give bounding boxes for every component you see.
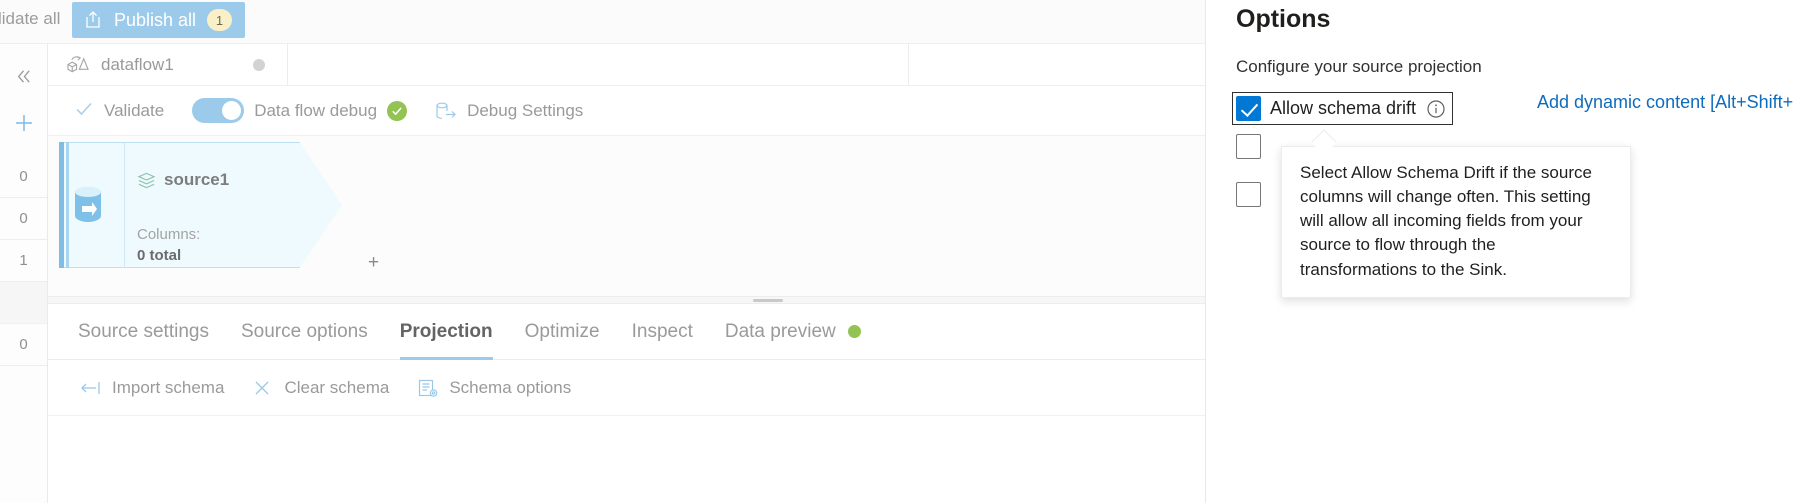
node-title-row: source1 bbox=[137, 170, 229, 190]
left-rail: 0 0 1 0 bbox=[0, 44, 48, 503]
green-check-circle-icon bbox=[387, 100, 408, 121]
tab-source-settings[interactable]: Source settings bbox=[78, 304, 209, 360]
rail-count-0[interactable]: 0 bbox=[0, 156, 47, 198]
clear-schema-button[interactable]: Clear schema bbox=[252, 378, 389, 398]
checkmark-icon bbox=[74, 99, 94, 123]
import-schema-label: Import schema bbox=[112, 377, 225, 397]
allow-schema-drift-tooltip: Select Allow Schema Drift if the source … bbox=[1281, 146, 1631, 298]
dataflow-command-bar: Validate Data flow debug Debug Settings bbox=[48, 86, 1205, 136]
info-circle-icon[interactable] bbox=[1425, 98, 1447, 120]
publish-all-button[interactable]: Publish all 1 bbox=[72, 2, 246, 38]
data-flow-debug-toggle-group[interactable]: Data flow debug bbox=[192, 98, 408, 123]
splitter-grip bbox=[753, 299, 783, 302]
allow-schema-drift-row[interactable]: Allow schema drift bbox=[1232, 92, 1454, 125]
source-node-source1[interactable]: source1 Columns: 0 total bbox=[59, 142, 342, 268]
validate-label: Validate bbox=[104, 100, 165, 120]
node-title-label: source1 bbox=[164, 170, 230, 189]
add-downstream-node-button[interactable]: + bbox=[368, 253, 379, 272]
allow-schema-drift-label: Allow schema drift bbox=[1270, 98, 1417, 118]
dataflow-designer-screen: lidate all Publish all 1 0 0 1 0 dataflo… bbox=[0, 0, 1794, 503]
schema-command-bar: Import schema Clear schema Schema option… bbox=[48, 360, 1205, 416]
dataflow-tab-dataflow1[interactable]: dataflow1 bbox=[48, 44, 288, 85]
schema-options-icon bbox=[417, 378, 439, 398]
option-2-checkbox[interactable] bbox=[1236, 134, 1261, 159]
dataflow-tab-label: dataflow1 bbox=[101, 54, 174, 74]
dataflow-canvas[interactable]: source1 Columns: 0 total + bbox=[48, 136, 1205, 296]
add-dynamic-content-link[interactable]: Add dynamic content [Alt+Shift+D] bbox=[1537, 92, 1794, 113]
schema-options-label: Schema options bbox=[449, 377, 572, 397]
collapse-panel-button[interactable] bbox=[0, 58, 47, 94]
validate-button[interactable]: Validate bbox=[74, 99, 164, 123]
data-flow-debug-label: Data flow debug bbox=[254, 100, 378, 120]
option-3-checkbox[interactable] bbox=[1236, 182, 1261, 207]
rail-count-2[interactable]: 1 bbox=[0, 240, 47, 282]
debug-settings-icon bbox=[435, 101, 457, 121]
dataflow-tab-strip: dataflow1 bbox=[48, 44, 1205, 86]
upload-icon bbox=[83, 10, 103, 30]
data-flow-debug-toggle[interactable] bbox=[192, 98, 245, 123]
tab-strip-filler bbox=[289, 44, 909, 85]
import-schema-button[interactable]: Import schema bbox=[80, 378, 224, 398]
dataflow-icon bbox=[66, 54, 89, 75]
rail-count-4[interactable]: 0 bbox=[0, 324, 47, 366]
validate-all-button[interactable]: lidate all bbox=[0, 9, 60, 29]
rail-count-1[interactable]: 0 bbox=[0, 198, 47, 240]
node-accent-bar-inner bbox=[66, 142, 69, 268]
publish-all-label: Publish all bbox=[114, 9, 197, 30]
options-panel-subtitle: Configure your source projection bbox=[1236, 57, 1482, 76]
close-x-icon bbox=[252, 378, 274, 398]
tab-data-preview-label: Data preview bbox=[724, 320, 836, 342]
green-dot bbox=[847, 325, 861, 338]
option-row-2[interactable] bbox=[1236, 134, 1261, 159]
pane-splitter[interactable] bbox=[48, 296, 1205, 304]
top-command-bar: lidate all Publish all 1 bbox=[0, 0, 1205, 44]
clear-schema-label: Clear schema bbox=[284, 377, 390, 397]
tab-source-options[interactable]: Source options bbox=[241, 304, 368, 360]
tab-projection[interactable]: Projection bbox=[399, 304, 493, 360]
azure-database-icon bbox=[72, 186, 104, 224]
debug-settings-button[interactable]: Debug Settings bbox=[435, 101, 583, 121]
rail-count-3[interactable] bbox=[0, 282, 47, 324]
option-row-3[interactable] bbox=[1236, 182, 1261, 207]
node-accent-bar-outer bbox=[59, 142, 64, 268]
bottom-properties-pane: Source settings Source options Projectio… bbox=[48, 304, 1205, 503]
plus-icon bbox=[15, 115, 32, 131]
options-panel-title: Options bbox=[1236, 5, 1331, 33]
tab-optimize[interactable]: Optimize bbox=[525, 304, 600, 360]
import-schema-icon bbox=[80, 378, 102, 398]
grey-status-dot bbox=[253, 59, 265, 71]
allow-schema-drift-checkbox[interactable] bbox=[1236, 96, 1261, 121]
properties-tabs: Source settings Source options Projectio… bbox=[48, 304, 1205, 360]
debug-settings-label: Debug Settings bbox=[467, 100, 584, 120]
schema-options-button[interactable]: Schema options bbox=[417, 378, 571, 398]
add-resource-button[interactable] bbox=[0, 104, 47, 142]
node-columns-value: 0 total bbox=[137, 247, 182, 264]
publish-count-badge: 1 bbox=[207, 9, 233, 31]
source-stack-icon bbox=[137, 171, 156, 190]
tab-inspect[interactable]: Inspect bbox=[632, 304, 693, 360]
chevron-double-left-icon bbox=[17, 69, 30, 83]
tab-data-preview[interactable]: Data preview bbox=[725, 304, 861, 360]
toggle-knob bbox=[222, 101, 242, 120]
tooltip-text: Select Allow Schema Drift if the source … bbox=[1300, 163, 1592, 279]
node-columns-label: Columns: bbox=[137, 226, 201, 243]
